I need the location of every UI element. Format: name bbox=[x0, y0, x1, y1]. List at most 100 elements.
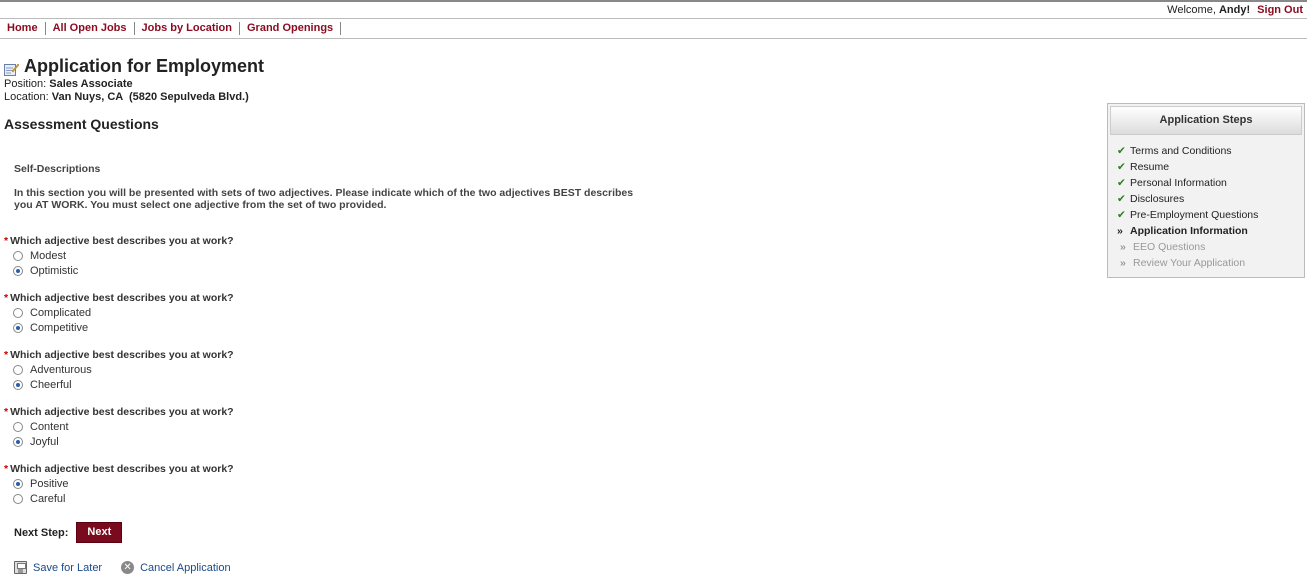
instructions-text: In this section you will be presented wi… bbox=[14, 187, 634, 211]
question-label: * Which adjective best describes you at w… bbox=[4, 406, 504, 419]
question-text: Which adjective best describes you at wo… bbox=[10, 406, 234, 418]
answer-option[interactable]: Content bbox=[13, 419, 504, 434]
step-label: Terms and Conditions bbox=[1130, 145, 1232, 157]
footer-actions: Save for Later ✕ Cancel Application bbox=[14, 561, 250, 574]
answer-option[interactable]: Careful bbox=[13, 491, 504, 506]
chevron-right-icon: » bbox=[1117, 225, 1123, 237]
step-item: ✔ Resume bbox=[1117, 159, 1304, 175]
radio-button[interactable] bbox=[13, 265, 23, 276]
cancel-application-link[interactable]: ✕ Cancel Application bbox=[121, 561, 231, 574]
answer-option[interactable]: Complicated bbox=[13, 305, 504, 320]
answer-option[interactable]: Competitive bbox=[13, 320, 504, 335]
answer-label: Careful bbox=[30, 492, 66, 505]
user-name: Andy! bbox=[1218, 4, 1251, 16]
page-title: Application for Employment bbox=[24, 56, 265, 76]
top-rule bbox=[0, 0, 1307, 2]
position-label: Position: bbox=[4, 78, 47, 90]
radio-button[interactable] bbox=[13, 493, 23, 504]
step-item: » EEO Questions bbox=[1117, 239, 1304, 255]
answer-option[interactable]: Optimistic bbox=[13, 263, 504, 278]
answer-option[interactable]: Joyful bbox=[13, 434, 504, 449]
step-item: ✔ Pre-Employment Questions bbox=[1117, 207, 1304, 223]
radio-button[interactable] bbox=[13, 250, 23, 261]
cancel-application-label: Cancel Application bbox=[140, 561, 231, 574]
save-disk-icon bbox=[14, 561, 27, 574]
question-3: * Which adjective best describes you at w… bbox=[4, 349, 504, 392]
cancel-icon: ✕ bbox=[121, 561, 135, 574]
next-step-row: Next Step: Next bbox=[14, 522, 123, 543]
location-label: Location: bbox=[4, 91, 49, 103]
nav-all-open-jobs[interactable]: All Open Jobs bbox=[46, 22, 135, 35]
checkmark-icon: ✔ bbox=[1117, 145, 1126, 157]
checkmark-icon: ✔ bbox=[1117, 161, 1126, 173]
answer-option[interactable]: Adventurous bbox=[13, 362, 504, 377]
step-label: Review Your Application bbox=[1133, 257, 1246, 269]
required-marker: * bbox=[4, 235, 9, 247]
welcome-text: Welcome, bbox=[1167, 4, 1216, 16]
radio-button[interactable] bbox=[13, 364, 23, 375]
question-text: Which adjective best describes you at wo… bbox=[10, 349, 234, 361]
answer-label: Complicated bbox=[30, 306, 92, 319]
welcome-bar: Welcome, Andy! Sign Out bbox=[0, 3, 1303, 18]
step-label: EEO Questions bbox=[1133, 241, 1206, 253]
question-1: * Which adjective best describes you at w… bbox=[4, 235, 504, 278]
save-for-later-label: Save for Later bbox=[33, 561, 103, 574]
application-steps-panel: Application Steps ✔ Terms and Conditions ✔… bbox=[1107, 103, 1305, 278]
question-label: * Which adjective best describes you at w… bbox=[4, 463, 504, 476]
answer-label: Joyful bbox=[30, 435, 59, 448]
answer-option[interactable]: Modest bbox=[13, 248, 504, 263]
required-marker: * bbox=[4, 349, 9, 361]
steps-panel-title: Application Steps bbox=[1110, 106, 1302, 135]
checkmark-icon: ✔ bbox=[1117, 193, 1126, 205]
answer-label: Content bbox=[30, 420, 69, 433]
step-label: Resume bbox=[1130, 161, 1170, 173]
next-button[interactable]: Next bbox=[76, 522, 123, 543]
question-text: Which adjective best describes you at wo… bbox=[10, 292, 234, 304]
checkmark-icon: ✔ bbox=[1117, 209, 1126, 221]
step-item: ✔ Personal Information bbox=[1117, 175, 1304, 191]
nav-grand-openings[interactable]: Grand Openings bbox=[240, 22, 342, 35]
answer-label: Optimistic bbox=[30, 264, 79, 277]
application-form-icon bbox=[4, 62, 20, 76]
answer-option[interactable]: Positive bbox=[13, 476, 504, 491]
required-marker: * bbox=[4, 292, 9, 304]
checkmark-icon: ✔ bbox=[1117, 177, 1126, 189]
position-line: Position: Sales Associate bbox=[4, 78, 264, 91]
step-item: ✔ Disclosures bbox=[1117, 191, 1304, 207]
question-5: * Which adjective best describes you at w… bbox=[4, 463, 504, 506]
question-text: Which adjective best describes you at wo… bbox=[10, 235, 234, 247]
question-4: * Which adjective best describes you at w… bbox=[4, 406, 504, 449]
chevron-right-icon: » bbox=[1120, 241, 1126, 253]
top-nav: Home All Open Jobs Jobs by Location Gran… bbox=[0, 18, 1307, 39]
position-value: Sales Associate bbox=[49, 78, 133, 90]
radio-button[interactable] bbox=[13, 436, 23, 447]
answer-label: Positive bbox=[30, 477, 69, 490]
nav-jobs-by-location[interactable]: Jobs by Location bbox=[135, 22, 240, 35]
nav-home[interactable]: Home bbox=[0, 22, 46, 35]
subsection-title: Self-Descriptions bbox=[14, 163, 101, 175]
required-marker: * bbox=[4, 463, 9, 475]
answer-option[interactable]: Cheerful bbox=[13, 377, 504, 392]
radio-button[interactable] bbox=[13, 421, 23, 432]
location-value: Van Nuys, CA (5820 Sepulveda Blvd.) bbox=[51, 91, 249, 103]
question-label: * Which adjective best describes you at w… bbox=[4, 235, 504, 248]
sign-out-link[interactable]: Sign Out bbox=[1257, 4, 1303, 16]
step-item: ✔ Terms and Conditions bbox=[1117, 143, 1304, 159]
question-2: * Which adjective best describes you at w… bbox=[4, 292, 504, 335]
radio-button[interactable] bbox=[13, 478, 23, 489]
section-title: Assessment Questions bbox=[4, 116, 159, 132]
radio-button[interactable] bbox=[13, 322, 23, 333]
next-step-label: Next Step: bbox=[14, 526, 69, 539]
radio-button[interactable] bbox=[13, 307, 23, 318]
location-line: Location: Van Nuys, CA (5820 Sepulveda B… bbox=[4, 91, 264, 104]
question-label: * Which adjective best describes you at w… bbox=[4, 349, 504, 362]
chevron-right-icon: » bbox=[1120, 257, 1126, 269]
radio-button[interactable] bbox=[13, 379, 23, 390]
answer-label: Adventurous bbox=[30, 363, 92, 376]
step-label: Personal Information bbox=[1130, 177, 1227, 189]
intro-block: Self-Descriptions In this section you wi… bbox=[14, 163, 654, 211]
save-for-later-link[interactable]: Save for Later bbox=[14, 561, 102, 574]
step-item: » Review Your Application bbox=[1117, 255, 1304, 271]
step-label: Application Information bbox=[1130, 225, 1248, 237]
answer-label: Modest bbox=[30, 249, 67, 262]
